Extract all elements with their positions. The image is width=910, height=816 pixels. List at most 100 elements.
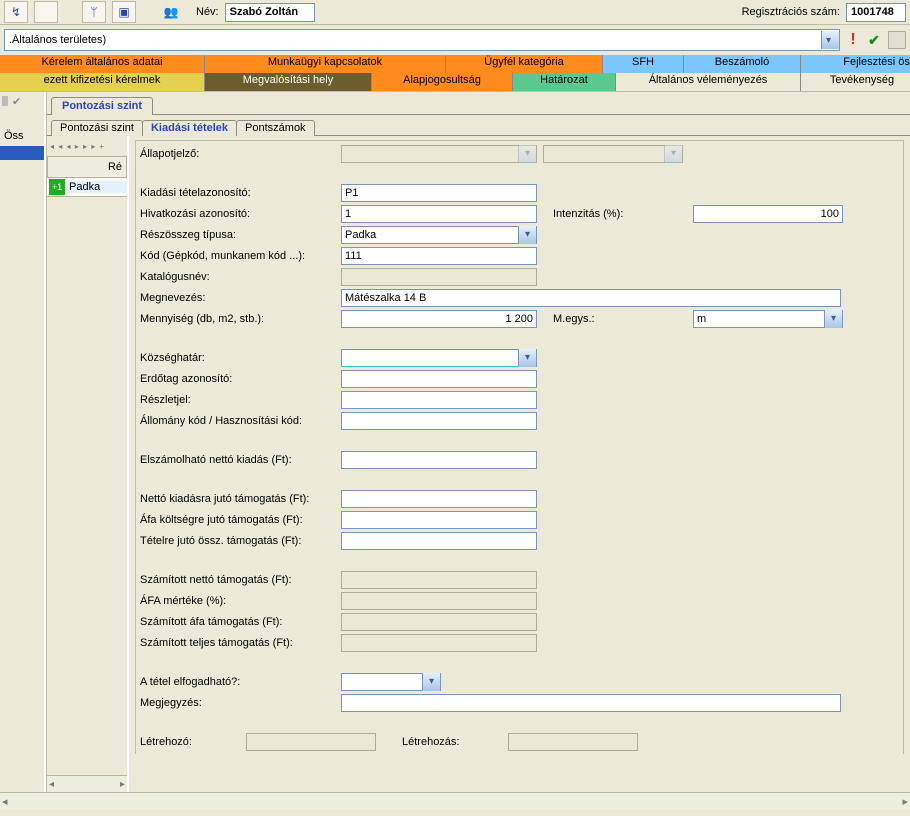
far-left-panel: ✔ Öss — [0, 92, 46, 792]
tab-általános-véleményezés[interactable]: Általános véleményezés — [616, 73, 801, 91]
afa-kolts-label: Áfa költségre jutó támogatás (Ft): — [140, 514, 335, 526]
toolbar-btn-window[interactable]: ▣ — [112, 1, 136, 23]
chevron-down-icon[interactable]: ▾ — [422, 673, 440, 691]
megj-label: Megjegyzés: — [140, 697, 335, 709]
erdotag-input[interactable] — [341, 370, 537, 388]
chevron-right-icon: ▸ — [120, 779, 125, 790]
panel-collapse-icon[interactable] — [2, 96, 8, 106]
inner-tab-pontozási-szint[interactable]: Pontozási szint — [51, 120, 143, 136]
kozseg-label: Községhatár: — [140, 352, 335, 364]
main-combo-drop[interactable]: ▾ — [821, 31, 839, 49]
resz-tipus-label: Részösszeg típusa: — [140, 229, 335, 241]
kozseg-select[interactable]: ▾ — [341, 349, 537, 367]
searchbar: .Általános területes) ▾ ! ✔ — [0, 25, 910, 55]
hiv-id-input[interactable]: 1 — [341, 205, 537, 223]
kod-input[interactable]: 111 — [341, 247, 537, 265]
subtab-pontozasi-szint[interactable]: Pontozási szint — [51, 97, 153, 115]
document-icon[interactable] — [888, 31, 906, 49]
main-area: Pontozási szint Pontozási szintKiadási t… — [46, 92, 910, 792]
szam-afa-field — [341, 613, 537, 631]
check-icon[interactable]: ✔ — [866, 32, 882, 49]
elsz-netto-label: Elszámolható nettó kiadás (Ft): — [140, 454, 335, 466]
windows-icon: ▣ — [118, 5, 129, 19]
netto-tamo-input[interactable] — [341, 490, 537, 508]
szam-teljes-field — [341, 634, 537, 652]
tab-sfh[interactable]: SFH — [603, 55, 684, 73]
tab-kérelem-általános-adatai[interactable]: Kérelem általános adatai — [0, 55, 205, 73]
tab-ezett-kifizetési-kérelmek[interactable]: ezett kifizetési kérelmek — [0, 73, 205, 91]
letrehozo-label: Létrehozó: — [140, 736, 240, 748]
record-nav[interactable]: ◂ ◂ ◂ ▸ ▸ ▸ + — [47, 136, 127, 156]
netto-tamo-label: Nettó kiadásra jutó támogatás (Ft): — [140, 493, 335, 505]
chevron-down-icon[interactable]: ▾ — [518, 226, 536, 244]
alert-icon[interactable]: ! — [846, 31, 860, 49]
afa-mertek-label: ÁFA mértéke (%): — [140, 595, 335, 607]
table-row[interactable]: +1 Padka — [47, 178, 127, 197]
letrehozas-label: Létrehozás: — [402, 736, 502, 748]
allkod-input[interactable] — [341, 412, 537, 430]
inner-tab-pontszámok[interactable]: Pontszámok — [236, 120, 315, 136]
elsz-netto-input[interactable] — [341, 451, 537, 469]
row-add-icon: +1 — [49, 179, 65, 195]
main-combo-value: .Általános területes) — [5, 34, 821, 46]
allapot-label: Állapotjelző: — [140, 148, 335, 160]
tab-tevékenység[interactable]: Tevékenység — [801, 73, 910, 91]
tab-fejlesztési-összesen[interactable]: Fejlesztési összesen — [801, 55, 910, 73]
katalog-label: Katalógusnév: — [140, 271, 335, 283]
regsz-field: 1001748 — [846, 3, 906, 22]
row-label: Padka — [67, 181, 127, 193]
tab-alapjogosultság[interactable]: Alapjogosultság — [372, 73, 513, 91]
afa-mertek-field — [341, 592, 537, 610]
tab-megvalósítási-hely[interactable]: Megvalósítási hely — [205, 73, 372, 91]
reszlet-input[interactable] — [341, 391, 537, 409]
szam-netto-field — [341, 571, 537, 589]
main-combo[interactable]: .Általános területes) ▾ — [4, 29, 840, 51]
form-area: Állapotjelző: ▾ ▾ Kiadási tételazonosító… — [129, 136, 910, 792]
toolbar-btn-users[interactable]: 👥 — [160, 2, 182, 22]
megn-input[interactable]: Mátészalka 14 B — [341, 289, 841, 307]
sidegrid-hscroll[interactable]: ◂▸ — [47, 775, 127, 792]
kiad-id-input[interactable]: P1 — [341, 184, 537, 202]
sidegrid-header: Ré — [47, 156, 127, 178]
afa-kolts-input[interactable] — [341, 511, 537, 529]
intenz-label: Intenzitás (%): — [553, 208, 687, 220]
left-highlight-bar — [0, 146, 44, 160]
users-icon: 👥 — [164, 5, 179, 19]
megj-input[interactable] — [341, 694, 841, 712]
elfogad-select[interactable]: ▾ — [341, 673, 441, 691]
regsz-label: Regisztrációs szám: — [742, 6, 840, 18]
tab-munkaügyi-kapcsolatok[interactable]: Munkaügyi kapcsolatok — [205, 55, 446, 73]
chevron-left-icon: ◂ — [2, 795, 8, 808]
inner-tab-kiadási-tételek[interactable]: Kiadási tételek — [142, 120, 237, 136]
menny-label: Mennyiség (db, m2, stb.): — [140, 313, 335, 325]
letrehozo-field — [246, 733, 376, 751]
resz-tipus-select[interactable]: Padka▾ — [341, 226, 537, 244]
outer-hscroll[interactable]: ◂ ▸ — [0, 792, 910, 809]
tab-határozat[interactable]: Határozat — [513, 73, 616, 91]
oss-label: Öss — [0, 110, 44, 146]
kod-label: Kód (Gépkód, munkanem kód ...): — [140, 250, 335, 262]
inner-tabs: Pontozási szintKiadási tételekPontszámok — [47, 115, 910, 136]
menny-input[interactable]: 1 200 — [341, 310, 537, 328]
subtab-row: Pontozási szint — [47, 92, 910, 115]
hiv-id-label: Hivatkozási azonosító: — [140, 208, 335, 220]
megys-select[interactable]: m▾ — [693, 310, 843, 328]
erdotag-label: Erdőtag azonosító: — [140, 373, 335, 385]
toolbar-btn-1[interactable]: ↯ — [4, 1, 28, 23]
tree-icon: ᛘ — [90, 5, 97, 19]
allapot-field2: ▾ — [543, 145, 683, 163]
tab-beszámoló[interactable]: Beszámoló — [684, 55, 801, 73]
chevron-down-icon[interactable]: ▾ — [518, 349, 536, 367]
toolbar-btn-tree[interactable]: ᛘ — [82, 1, 106, 23]
chevron-down-icon[interactable]: ▾ — [824, 310, 842, 328]
toolbar-btn-2[interactable] — [34, 1, 58, 23]
allapot-field1: ▾ — [341, 145, 537, 163]
inner-sidegrid: ◂ ◂ ◂ ▸ ▸ ▸ + Ré +1 Padka ◂▸ — [47, 136, 129, 792]
nev-field: Szabó Zoltán — [225, 3, 315, 22]
wave-icon: ↯ — [11, 5, 21, 19]
tab-ügyfél-kategória[interactable]: Ügyfél kategória — [446, 55, 603, 73]
letrehozas-field — [508, 733, 638, 751]
tetel-ossz-input[interactable] — [341, 532, 537, 550]
allkod-label: Állomány kód / Hasznosítási kód: — [140, 415, 335, 427]
intenz-input[interactable]: 100 — [693, 205, 843, 223]
